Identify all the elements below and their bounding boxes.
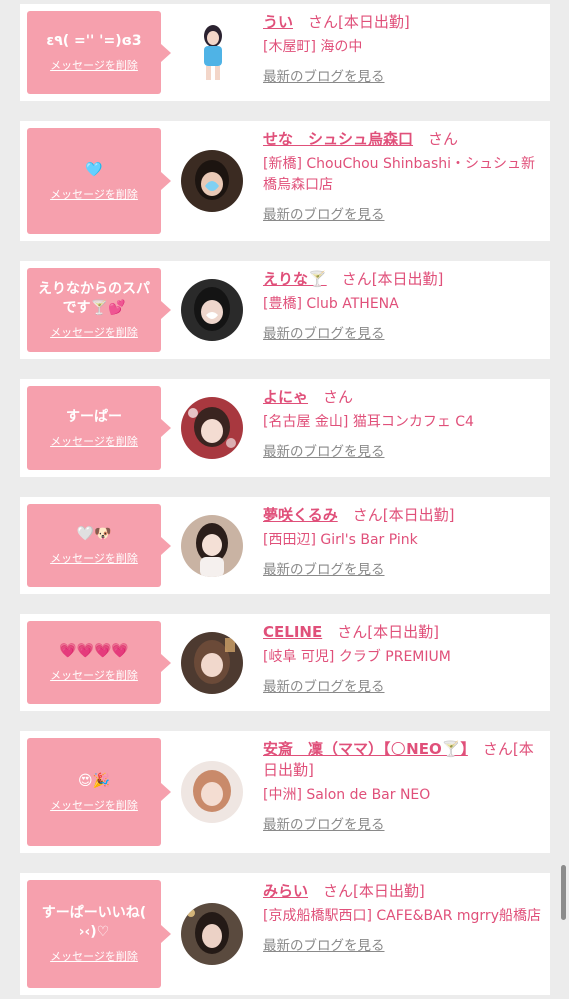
cast-name-link[interactable]: 安斎 凜（ママ）【🌕NEO🍸】	[263, 740, 468, 758]
delete-message-link[interactable]: メッセージを削除	[50, 57, 138, 73]
avatar-image	[188, 22, 238, 82]
name-line: CELINE さん[本日出勤]	[263, 622, 545, 643]
cast-name-link[interactable]: うい	[263, 13, 293, 31]
name-line: うい さん[本日出勤]	[263, 12, 545, 33]
message-bubble: 😍🎉 メッセージを削除	[27, 738, 171, 846]
shop-name: [木屋町] 海の中	[263, 39, 363, 55]
cast-status: さん	[428, 130, 459, 148]
delete-message-link[interactable]: メッセージを削除	[50, 797, 138, 813]
card-info: みらい さん[本日出勤] [京成船橋駅西口] CAFE&BAR mgrry船橋店…	[263, 881, 545, 955]
message-bubble: ε٩( ='' '=)ɞ3 メッセージを削除	[27, 11, 171, 94]
blog-link[interactable]: 最新のブログを見る	[263, 561, 385, 579]
shop-name: [京成船橋駅西口] CAFE&BAR mgrry船橋店	[263, 908, 541, 924]
card-info: えりな🍸 さん[本日出勤] [豊橋] Club ATHENA 最新のブログを見る	[263, 269, 545, 343]
message-bubble: すーぱーいいね( ›‹)♡ メッセージを削除	[27, 880, 171, 988]
message-bubble: すーぱー メッセージを削除	[27, 386, 171, 470]
message-text: すーぱー	[66, 408, 122, 425]
message-text: えりなからのスパです🍸💕	[38, 281, 150, 316]
avatar-image	[181, 150, 243, 212]
message-text: 🤍🐶	[76, 526, 112, 542]
avatar-image	[181, 279, 243, 341]
message-text: ε٩( ='' '=)ɞ3	[46, 33, 142, 49]
message-card: 😍🎉 メッセージを削除 安斎 凜（ママ）【🌕NEO🍸】 さん[本日出勤] [中洲…	[20, 731, 550, 853]
message-card: えりなからのスパです🍸💕 メッセージを削除 えりな🍸 さん[本日出勤] [豊橋]…	[20, 261, 550, 359]
cast-name-link[interactable]: CELINE	[263, 623, 322, 641]
scrollbar-thumb[interactable]	[561, 865, 566, 920]
shop-name: [名古屋 金山] 猫耳コンカフェ C4	[263, 414, 474, 430]
message-card: 🩵 メッセージを削除 せな シュシュ烏森口 さん [新橋] ChouChou S…	[20, 121, 550, 241]
cast-name-link[interactable]: せな シュシュ烏森口	[263, 130, 413, 148]
avatar[interactable]	[181, 903, 243, 965]
message-bubble: 🩵 メッセージを削除	[27, 128, 171, 234]
card-info: 夢咲くるみ さん[本日出勤] [西田辺] Girl's Bar Pink 最新の…	[263, 505, 545, 579]
cast-status: さん[本日出勤]	[323, 882, 425, 900]
blog-link[interactable]: 最新のブログを見る	[263, 443, 385, 461]
card-info: よにゃ さん [名古屋 金山] 猫耳コンカフェ C4 最新のブログを見る	[263, 387, 545, 461]
shop-name: [新橋] ChouChou Shinbashi・シュシュ新橋烏森口店	[263, 156, 536, 193]
blog-link[interactable]: 最新のブログを見る	[263, 206, 385, 224]
card-info: 安斎 凜（ママ）【🌕NEO🍸】 さん[本日出勤] [中洲] Salon de B…	[263, 739, 545, 834]
avatar-image	[181, 903, 243, 965]
cast-status: さん	[323, 388, 354, 406]
delete-message-link[interactable]: メッセージを削除	[50, 667, 138, 683]
avatar[interactable]	[181, 632, 243, 694]
message-text: 🩵	[85, 161, 103, 178]
shop-name: [中洲] Salon de Bar NEO	[263, 787, 431, 803]
delete-message-link[interactable]: メッセージを削除	[50, 433, 138, 449]
delete-message-link[interactable]: メッセージを削除	[50, 324, 138, 340]
avatar-image	[181, 632, 243, 694]
avatar-image	[181, 515, 243, 577]
avatar[interactable]	[181, 397, 243, 459]
delete-message-link[interactable]: メッセージを削除	[50, 550, 138, 566]
avatar[interactable]	[188, 22, 238, 82]
card-info: CELINE さん[本日出勤] [岐阜 可児] クラブ PREMIUM 最新のブ…	[263, 622, 545, 696]
delete-message-link[interactable]: メッセージを削除	[50, 186, 138, 202]
message-card: 🤍🐶 メッセージを削除 夢咲くるみ さん[本日出勤] [西田辺] Girl's …	[20, 497, 550, 594]
cast-name-link[interactable]: えりな🍸	[263, 270, 327, 288]
delete-message-link[interactable]: メッセージを削除	[50, 948, 138, 964]
blog-link[interactable]: 最新のブログを見る	[263, 937, 385, 955]
shop-name: [岐阜 可児] クラブ PREMIUM	[263, 649, 451, 665]
cast-name-link[interactable]: 夢咲くるみ	[263, 506, 338, 524]
avatar-image	[181, 397, 243, 459]
avatar-image	[181, 761, 243, 823]
message-card: すーぱー メッセージを削除 よにゃ さん [名古屋 金山] 猫耳コンカフェ C4…	[20, 379, 550, 477]
blog-link[interactable]: 最新のブログを見る	[263, 68, 385, 86]
avatar[interactable]	[181, 761, 243, 823]
cast-name-link[interactable]: みらい	[263, 882, 308, 900]
message-text: すーぱーいいね( ›‹)♡	[41, 905, 147, 940]
name-line: 安斎 凜（ママ）【🌕NEO🍸】 さん[本日出勤]	[263, 739, 545, 781]
cast-name-link[interactable]: よにゃ	[263, 388, 308, 406]
avatar[interactable]	[181, 515, 243, 577]
name-line: みらい さん[本日出勤]	[263, 881, 545, 902]
message-bubble: えりなからのスパです🍸💕 メッセージを削除	[27, 268, 171, 352]
name-line: えりな🍸 さん[本日出勤]	[263, 269, 545, 290]
blog-link[interactable]: 最新のブログを見る	[263, 678, 385, 696]
shop-name: [豊橋] Club ATHENA	[263, 296, 399, 312]
cast-status: さん[本日出勤]	[308, 13, 410, 31]
card-info: せな シュシュ烏森口 さん [新橋] ChouChou Shinbashi・シュ…	[263, 129, 545, 224]
message-bubble: 🤍🐶 メッセージを削除	[27, 504, 171, 587]
name-line: よにゃ さん	[263, 387, 545, 408]
name-line: 夢咲くるみ さん[本日出勤]	[263, 505, 545, 526]
blog-link[interactable]: 最新のブログを見る	[263, 325, 385, 343]
message-card: 💗💗💗💗 メッセージを削除 CELINE さん[本日出勤] [岐阜 可児] クラ…	[20, 614, 550, 711]
message-bubble: 💗💗💗💗 メッセージを削除	[27, 621, 171, 704]
message-card: すーぱーいいね( ›‹)♡ メッセージを削除 みらい さん[本日出勤] [京成船…	[20, 873, 550, 995]
cast-status: さん[本日出勤]	[341, 270, 444, 288]
name-line: せな シュシュ烏森口 さん	[263, 129, 545, 150]
message-text: 😍🎉	[77, 772, 111, 789]
avatar[interactable]	[181, 279, 243, 341]
cast-status: さん[本日出勤]	[337, 623, 439, 641]
card-info: うい さん[本日出勤] [木屋町] 海の中 最新のブログを見る	[263, 12, 545, 86]
message-card: ε٩( ='' '=)ɞ3 メッセージを削除 うい さん[本日出勤] [木屋町]…	[20, 4, 550, 101]
message-text: 💗💗💗💗	[59, 643, 129, 659]
blog-link[interactable]: 最新のブログを見る	[263, 816, 385, 834]
shop-name: [西田辺] Girl's Bar Pink	[263, 532, 418, 548]
avatar[interactable]	[181, 150, 243, 212]
cast-status: さん[本日出勤]	[352, 506, 455, 524]
